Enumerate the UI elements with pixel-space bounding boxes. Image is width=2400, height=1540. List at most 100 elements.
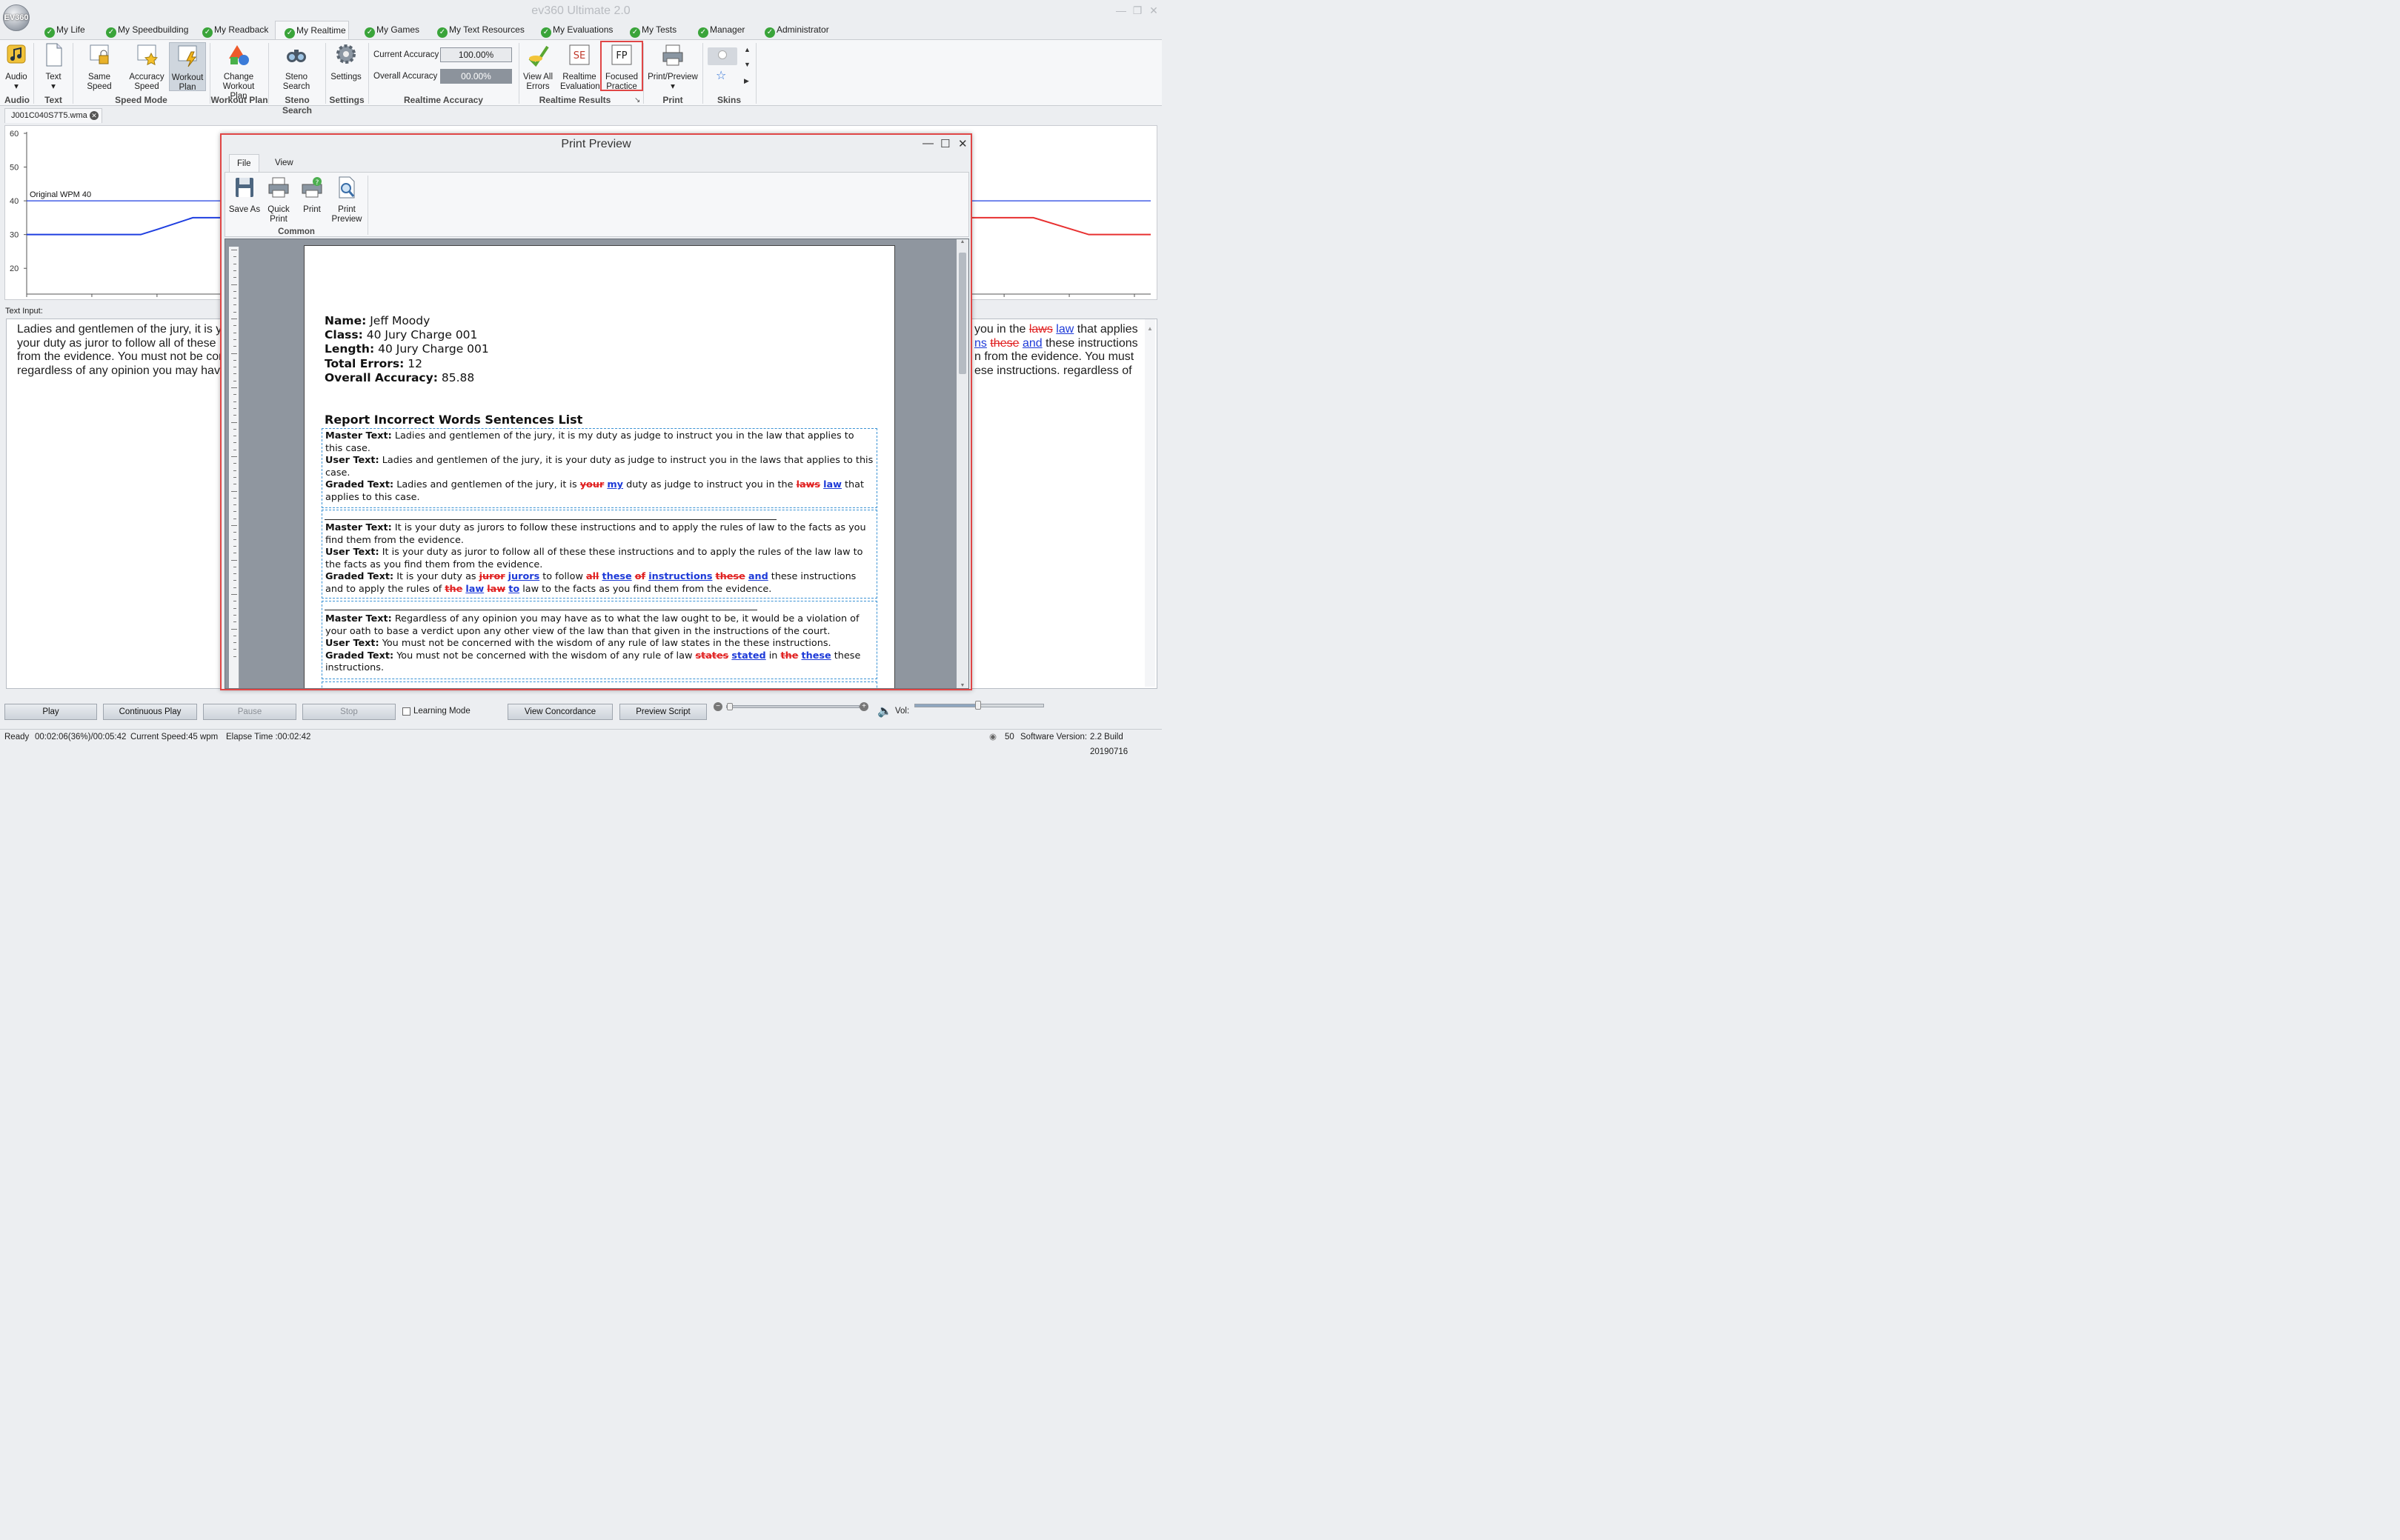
deleted-word: the — [780, 650, 799, 661]
scroll-thumb[interactable] — [959, 253, 966, 374]
y-tick-label: 50 — [10, 164, 19, 173]
realtime-evaluation-button[interactable]: SE Realtime Evaluation — [560, 42, 600, 92]
zoom-in-icon[interactable]: + — [860, 702, 868, 711]
group-realtime-results: Realtime Results — [539, 95, 611, 105]
play-button[interactable]: Play — [4, 704, 97, 720]
speaker-icon[interactable]: 🔈 — [877, 704, 892, 719]
continuous-play-button[interactable]: Continuous Play — [103, 704, 197, 720]
position-slider-thumb[interactable] — [727, 703, 733, 710]
zoom-out-icon[interactable]: − — [714, 702, 722, 711]
graded-segment: in — [765, 650, 781, 661]
user-text: User Text: You must not be concerned wit… — [325, 638, 831, 649]
deleted-word: law — [487, 583, 506, 595]
tab-my-tests[interactable]: ✓ My Tests — [628, 21, 677, 39]
tab-file[interactable]: File — [229, 154, 259, 172]
settings-button[interactable]: Settings — [329, 42, 363, 82]
master-text: Master Text: It is your duty as jurors t… — [325, 522, 866, 546]
focused-practice-highlight — [600, 41, 643, 91]
ruler-tick — [231, 456, 237, 457]
print-preview-button[interactable]: Print/Preview ▾ — [648, 42, 698, 92]
save-as-button[interactable]: Save As — [228, 176, 261, 215]
check-icon: ✓ — [44, 27, 55, 38]
maximize-icon[interactable]: ☐ — [940, 137, 950, 150]
ruler-tick — [231, 387, 237, 388]
check-icon: ✓ — [437, 27, 448, 38]
steno-search-button[interactable]: Steno Search — [276, 42, 317, 92]
scroll-down-icon[interactable]: ▼ — [957, 683, 968, 688]
stop-button[interactable]: Stop — [302, 704, 396, 720]
star-outline-icon[interactable]: ☆ — [716, 68, 726, 83]
tab-my-readback[interactable]: ✓ My Readback — [201, 21, 268, 39]
tab-my-evaluations[interactable]: ✓ My Evaluations — [539, 21, 613, 39]
group-print: Print — [662, 95, 683, 105]
binoculars-icon — [287, 50, 306, 62]
tab-my-life[interactable]: ✓ My Life — [43, 21, 85, 39]
ruler-tick — [233, 407, 236, 409]
inserted-word: law — [823, 479, 842, 490]
group-common: Common — [278, 227, 315, 236]
quick-print-button[interactable]: Quick Print — [265, 176, 292, 224]
tab-manager[interactable]: ✓ Manager — [697, 21, 745, 39]
group-text: Text — [44, 95, 62, 105]
scroll-up-icon[interactable]: ▲ — [1145, 322, 1155, 336]
close-icon[interactable]: ✕ — [958, 137, 968, 150]
audio-button[interactable]: Audio ▾ — [3, 42, 30, 92]
learning-mode-checkbox[interactable] — [402, 707, 410, 716]
graded-segment: Ladies and gentlemen of the jury, it is — [396, 479, 580, 490]
close-tab-icon[interactable]: ✕ — [90, 111, 99, 120]
scroll-up-icon[interactable]: ▲ — [957, 239, 968, 244]
ruler-tick — [233, 614, 236, 616]
tab-my-realtime[interactable]: ✓ My Realtime — [275, 21, 349, 40]
print-preview-ribbon: Save As Quick Print ? Print Print Previe… — [225, 172, 969, 237]
circle-icon — [718, 50, 727, 59]
tab-my-games[interactable]: ✓ My Games — [363, 21, 419, 39]
skin-gallery-item-1[interactable] — [708, 47, 737, 65]
graded-segment: law to the facts as you find them from t… — [519, 583, 772, 595]
check-icon: ✓ — [365, 27, 375, 38]
text-button[interactable]: Text ▾ — [39, 42, 68, 92]
gallery-down-icon[interactable]: ▼ — [744, 61, 751, 68]
ruler-tick — [233, 607, 236, 609]
text-input-scrollbar[interactable]: ▲ — [1145, 319, 1155, 687]
ruler-tick — [233, 532, 236, 533]
same-speed-button[interactable]: Same Speed — [76, 42, 122, 92]
app-logo[interactable]: EV360 — [3, 4, 30, 31]
tab-my-text-resources[interactable]: ✓ My Text Resources — [436, 21, 525, 39]
volume-slider-thumb[interactable] — [975, 701, 981, 710]
text-input-label: Text Input: — [5, 307, 43, 316]
ruler-tick — [233, 256, 236, 258]
tab-administrator[interactable]: ✓ Administrator — [763, 21, 829, 39]
preview-script-button[interactable]: Preview Script — [619, 704, 707, 720]
position-slider-track[interactable] — [726, 705, 860, 708]
document-tab[interactable]: J001C040S7T5.wma ✕ — [4, 108, 102, 123]
close-icon[interactable]: ✕ — [1147, 4, 1160, 17]
tab-view[interactable]: View — [267, 154, 301, 172]
tab-my-speedbuilding[interactable]: ✓ My Speedbuilding — [104, 21, 188, 39]
print-preview-scrollbar[interactable]: ▲ ▼ — [957, 239, 968, 688]
report-entry: Master Text: Ladies and gentlemen of the… — [322, 428, 877, 508]
workout-plan-button[interactable]: Workout Plan — [169, 42, 206, 92]
ruler-tick — [233, 270, 236, 271]
restore-icon[interactable]: ❐ — [1131, 4, 1144, 17]
print-button[interactable]: ? Print — [299, 176, 325, 215]
inserted-word: instructions — [648, 571, 713, 582]
gallery-expand-icon[interactable]: ▶ — [744, 77, 749, 85]
y-tick-label: 30 — [10, 231, 19, 240]
gallery-up-icon[interactable]: ▲ — [744, 46, 751, 53]
view-all-errors-button[interactable]: View All Errors — [522, 42, 554, 92]
dialog-launcher-icon[interactable]: ↘ — [634, 96, 640, 104]
title-bar: ev360 Ultimate 2.0 — ❐ ✕ — [0, 0, 1162, 21]
change-workout-plan-button[interactable]: Change Workout Plan — [213, 42, 264, 101]
inserted-word: stated — [731, 650, 766, 661]
deleted-word: your — [579, 479, 605, 490]
pause-button[interactable]: Pause — [203, 704, 296, 720]
y-tick-label: 40 — [10, 197, 19, 206]
minimize-icon[interactable]: — — [1114, 4, 1128, 17]
view-concordance-button[interactable]: View Concordance — [508, 704, 613, 720]
deleted-word: these — [715, 571, 745, 582]
ruler-tick — [233, 463, 236, 464]
ruler-tick — [233, 476, 236, 478]
minimize-icon[interactable]: — — [923, 137, 934, 150]
accuracy-speed-button[interactable]: Accuracy Speed — [127, 42, 166, 92]
print-preview-button[interactable]: Print Preview — [330, 176, 363, 224]
